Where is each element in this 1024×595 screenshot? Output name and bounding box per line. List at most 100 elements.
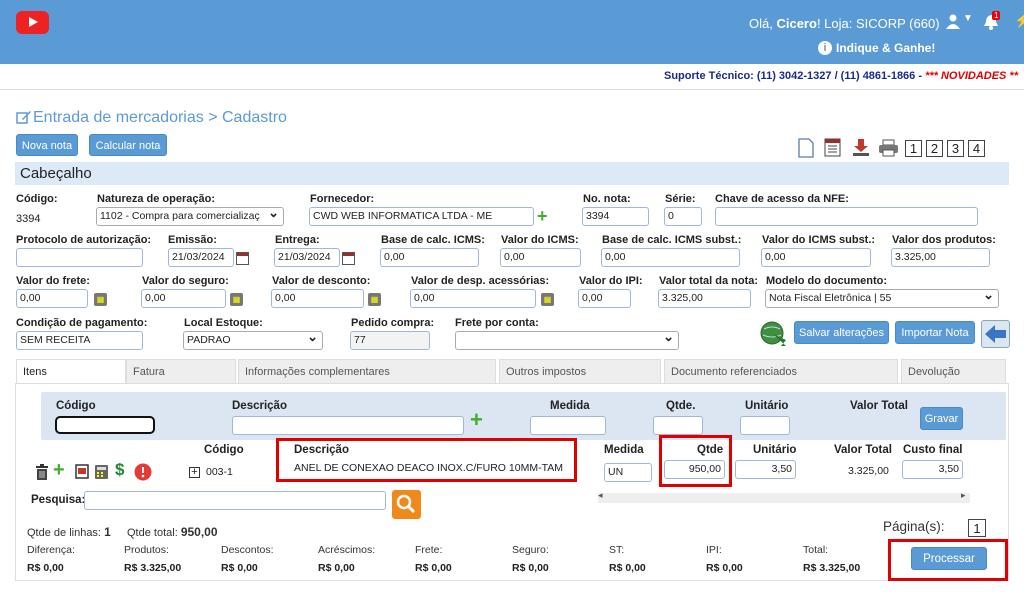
add-codigo-label: Código <box>56 400 96 412</box>
condicao-label: Condição de pagamento: <box>16 317 148 329</box>
fornecedor-input[interactable]: CWD WEB INFORMATICA LTDA - ME <box>309 207 534 226</box>
valor-icms-input[interactable]: 0,00 <box>500 248 581 267</box>
calculator-icon[interactable] <box>94 464 109 480</box>
add-medida-input[interactable] <box>530 416 606 435</box>
tab-outros-impostos[interactable]: Outros impostos <box>499 359 661 383</box>
chave-input[interactable] <box>715 207 978 226</box>
condicao-input[interactable]: SEM RECEITA <box>16 331 143 350</box>
add-item-icon[interactable]: + <box>470 409 483 431</box>
valor-icms-st-input[interactable]: 0,00 <box>761 248 871 267</box>
expand-row-icon[interactable]: + <box>189 467 200 478</box>
seguro-label: Valor do seguro: <box>142 275 229 287</box>
item-custo-final-input[interactable]: 3,50 <box>902 460 963 479</box>
despesas-label: Valor de desp. acessórias: <box>411 275 550 287</box>
page-button-3[interactable]: 3 <box>947 140 964 157</box>
add-qtde-input[interactable] <box>653 416 703 435</box>
download-icon[interactable] <box>851 138 871 157</box>
document-icon[interactable] <box>797 138 815 158</box>
frete-input[interactable]: 0,00 <box>16 289 88 308</box>
tab-informacoes[interactable]: Informações complementares <box>238 359 496 383</box>
codigo-label: Código: <box>16 193 58 205</box>
desconto-calculator-icon[interactable]: ▦ <box>368 293 381 306</box>
gravar-button[interactable]: Gravar <box>920 407 963 430</box>
qtde-total: Qtde total: 950,00 <box>127 525 218 539</box>
valor-produtos-input[interactable]: 3.325,00 <box>891 248 990 267</box>
desconto-input[interactable]: 0,00 <box>271 289 364 308</box>
importar-nota-button[interactable]: Importar Nota <box>895 321 975 344</box>
tab-documentos[interactable]: Documento referenciados <box>664 359 898 383</box>
entrega-calendar-icon[interactable] <box>342 252 355 265</box>
add-qtde-label: Qtde. <box>666 400 696 412</box>
calcular-nota-button[interactable]: Calcular nota <box>89 134 167 156</box>
salvar-alteracoes-button[interactable]: Salvar alterações <box>794 321 889 344</box>
seguro-calculator-icon[interactable]: ▦ <box>230 293 243 306</box>
ipi-input[interactable]: 0,00 <box>578 289 631 308</box>
despesas-calculator-icon[interactable]: ▦ <box>541 293 554 306</box>
seguro-sum-value: R$ 0,00 <box>512 562 549 574</box>
edit-row-icon[interactable] <box>75 464 89 479</box>
item-medida-input[interactable]: UN <box>604 463 652 482</box>
desconto-label: Valor de desconto: <box>272 275 371 287</box>
frete-conta-label: Frete por conta: <box>455 317 539 329</box>
user-greeting: Olá, Cicero! Loja: SICORP (660) <box>749 16 940 31</box>
user-icon[interactable] <box>946 14 960 29</box>
add-row-icon[interactable]: + <box>53 459 65 482</box>
indique-link[interactable]: Indique & Ganhe! <box>836 41 935 55</box>
emissao-calendar-icon[interactable] <box>236 252 249 265</box>
section-title: Cabeçalho <box>20 165 92 182</box>
highlight-descricao <box>276 438 577 482</box>
col-unitario: Unitário <box>753 444 797 456</box>
despesas-input[interactable]: 0,00 <box>410 289 536 308</box>
youtube-icon[interactable] <box>16 11 49 34</box>
base-icms-input[interactable]: 0,00 <box>380 248 479 267</box>
bolt-icon[interactable]: ⚡ <box>1014 12 1024 29</box>
alert-icon[interactable] <box>134 463 152 481</box>
base-icms-label: Base de calc. ICMS: <box>381 234 485 246</box>
tab-devolucao[interactable]: Devolução <box>901 359 1006 383</box>
natureza-select[interactable]: 1102 - Compra para comercializaç <box>96 207 284 226</box>
page-button-4[interactable]: 4 <box>968 140 985 157</box>
processar-button[interactable]: Processar <box>911 547 987 570</box>
produtos-value: R$ 3.325,00 <box>124 562 182 574</box>
seguro-input[interactable]: 0,00 <box>141 289 226 308</box>
printer-icon[interactable] <box>878 139 899 157</box>
pesquisa-input[interactable] <box>84 491 386 510</box>
add-codigo-input[interactable] <box>55 416 155 434</box>
add-unitario-input[interactable] <box>740 416 790 435</box>
local-select[interactable]: PADRAO <box>183 331 323 350</box>
protocolo-label: Protocolo de autorização: <box>16 234 152 246</box>
entrega-input[interactable]: 21/03/2024 <box>274 248 340 267</box>
pedido-input: 77 <box>350 331 430 350</box>
tab-fatura[interactable]: Fatura <box>126 359 236 383</box>
descontos-label: Descontos: <box>221 544 274 556</box>
add-fornecedor-icon[interactable]: + <box>537 207 548 225</box>
pagina-button[interactable]: 1 <box>968 519 986 537</box>
trash-icon[interactable] <box>35 464 49 480</box>
table-document-icon[interactable] <box>824 138 842 157</box>
frete-calculator-icon[interactable]: ▦ <box>94 293 107 306</box>
nonota-input[interactable]: 3394 <box>582 207 649 226</box>
protocolo-input[interactable] <box>16 248 143 267</box>
base-icms-st-input[interactable]: 0,00 <box>601 248 740 267</box>
total-nota-input[interactable]: 3.325,00 <box>658 289 751 308</box>
col-custo-final: Custo final <box>903 444 963 456</box>
pesquisa-button[interactable] <box>392 490 421 519</box>
globe-download-icon[interactable] <box>759 320 789 348</box>
page-button-1[interactable]: 1 <box>905 140 922 157</box>
nova-nota-button[interactable]: Nova nota <box>16 134 78 156</box>
pagina-label: Página(s): <box>883 519 945 534</box>
add-descricao-input[interactable] <box>232 416 464 435</box>
frete-conta-select[interactable] <box>455 331 679 350</box>
horizontal-scrollbar[interactable]: ◂ ▸ <box>598 490 970 503</box>
back-arrow-button[interactable] <box>981 320 1010 348</box>
emissao-input[interactable]: 21/03/2024 <box>168 248 234 267</box>
tab-itens[interactable]: Itens <box>16 359 126 383</box>
modelo-select[interactable]: Nota Fiscal Eletrônica | 55 <box>765 289 999 308</box>
page-button-2[interactable]: 2 <box>926 140 943 157</box>
serie-input[interactable]: 0 <box>664 207 702 226</box>
item-unitario-input[interactable]: 3,50 <box>735 460 796 479</box>
modelo-label: Modelo do documento: <box>766 275 887 287</box>
notification-badge: 1 <box>992 11 1001 20</box>
dollar-icon[interactable]: $ <box>115 460 124 480</box>
chevron-down-icon[interactable]: ▼ <box>963 13 973 24</box>
